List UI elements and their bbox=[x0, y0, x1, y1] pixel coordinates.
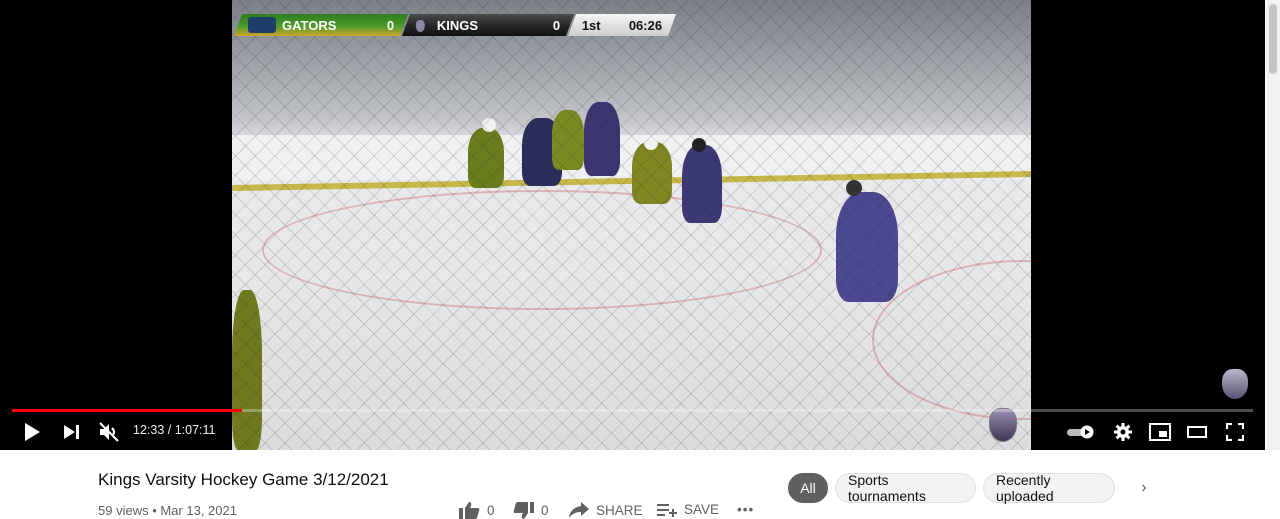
game-clock: 06:26 bbox=[628, 17, 662, 33]
miniplayer-button[interactable] bbox=[1146, 419, 1174, 445]
save-label: SAVE bbox=[684, 502, 720, 517]
save-button[interactable]: SAVE bbox=[657, 502, 719, 517]
fullscreen-button[interactable] bbox=[1222, 419, 1248, 445]
settings-button[interactable] bbox=[1110, 419, 1136, 445]
more-actions-button[interactable]: ••• bbox=[737, 502, 754, 517]
progress-bar[interactable] bbox=[12, 409, 1253, 412]
channel-branding-icon[interactable] bbox=[1222, 369, 1248, 399]
chip-label: Sports tournaments bbox=[848, 472, 926, 504]
more-icon: ••• bbox=[737, 502, 755, 517]
next-button[interactable] bbox=[60, 419, 84, 445]
chip-recently-uploaded[interactable]: Recently uploaded bbox=[983, 472, 1115, 504]
gear-icon bbox=[1114, 423, 1132, 441]
share-label: SHARE bbox=[596, 502, 643, 518]
add-to-playlist-icon bbox=[657, 503, 677, 517]
away-team-name: KINGS bbox=[437, 17, 479, 33]
kings-logo bbox=[416, 19, 425, 31]
theater-mode-icon bbox=[1187, 426, 1207, 438]
home-team-name: GATORS bbox=[282, 17, 337, 33]
chip-label: All bbox=[800, 480, 816, 496]
next-icon bbox=[64, 425, 79, 439]
gators-logo bbox=[248, 17, 276, 33]
page-scrollbar[interactable] bbox=[1266, 0, 1280, 450]
like-count: 0 bbox=[487, 503, 495, 518]
chip-label: Recently uploaded bbox=[996, 472, 1054, 504]
dislike-count: 0 bbox=[541, 503, 549, 518]
home-score: 0 bbox=[386, 17, 394, 33]
kings-crest-icon bbox=[989, 408, 1017, 442]
progress-played bbox=[12, 409, 242, 412]
play-icon bbox=[25, 423, 40, 441]
miniplayer-icon bbox=[1149, 423, 1171, 441]
video-frame[interactable] bbox=[232, 0, 1031, 450]
scoreboard-home: GATORS 0 bbox=[233, 14, 409, 36]
period: 1st bbox=[582, 17, 601, 33]
views-and-date: 59 views • Mar 13, 2021 bbox=[98, 503, 237, 518]
kings-watermark: KINGS bbox=[986, 396, 1020, 444]
scoreboard: GATORS 0 KINGS 0 1st 06:26 bbox=[233, 14, 677, 36]
thumbs-down-icon bbox=[513, 502, 534, 519]
share-button[interactable]: SHARE bbox=[569, 502, 643, 518]
fullscreen-icon bbox=[1226, 423, 1244, 441]
theater-mode-button[interactable] bbox=[1184, 419, 1210, 445]
chip-all[interactable]: All bbox=[788, 473, 828, 503]
autoplay-toggle[interactable] bbox=[1066, 419, 1096, 445]
mute-button[interactable] bbox=[96, 419, 122, 445]
play-button[interactable] bbox=[20, 419, 44, 445]
share-arrow-icon bbox=[569, 502, 589, 518]
scoreboard-away: KINGS 0 bbox=[401, 14, 575, 36]
time-display: 12:33 / 1:07:11 bbox=[133, 423, 216, 437]
volume-muted-icon bbox=[99, 422, 119, 442]
watermark-text: KINGS bbox=[989, 396, 1017, 406]
dislike-button[interactable]: 0 bbox=[513, 502, 549, 519]
away-score: 0 bbox=[552, 17, 560, 33]
scoreboard-clock: 1st 06:26 bbox=[567, 14, 677, 36]
scrollbar-thumb[interactable] bbox=[1269, 4, 1277, 74]
chips-next-chevron-icon[interactable]: › bbox=[1136, 479, 1152, 497]
glass-netting bbox=[232, 0, 1031, 450]
autoplay-toggle-icon bbox=[1067, 425, 1094, 439]
chip-sports-tournaments[interactable]: Sports tournaments bbox=[835, 472, 976, 504]
video-player[interactable]: GATORS 0 KINGS 0 1st 06:26 KINGS 12:33 /… bbox=[0, 0, 1265, 450]
video-title: Kings Varsity Hockey Game 3/12/2021 bbox=[98, 470, 389, 489]
thumbs-up-icon bbox=[459, 502, 480, 519]
like-button[interactable]: 0 bbox=[459, 502, 495, 519]
